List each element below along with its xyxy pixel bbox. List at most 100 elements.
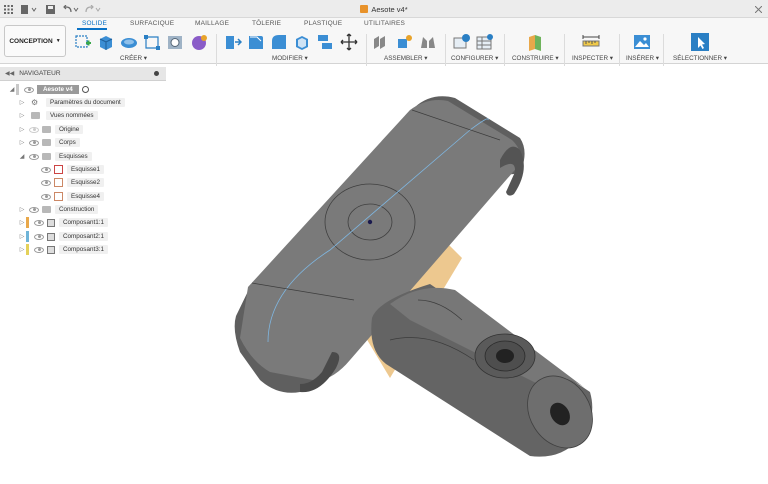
tab-solide[interactable]: SOLIDE xyxy=(82,20,107,27)
tree-item-construction[interactable]: ▷ Construction xyxy=(18,204,99,215)
tree-root[interactable]: ◢ Aesote v4 xyxy=(8,84,89,95)
group-modifier[interactable]: MODIFIER ▾ xyxy=(272,55,308,62)
measure-icon[interactable] xyxy=(582,33,600,51)
tree-item-label: Esquisses xyxy=(55,152,92,161)
visibility-eye-icon[interactable] xyxy=(24,86,34,93)
tab-maillage[interactable]: MAILLAGE xyxy=(195,20,229,27)
tree-item-composant3[interactable]: ▷ Composant3:1 xyxy=(18,244,108,255)
close-tab-icon[interactable] xyxy=(752,3,764,15)
visibility-eye-icon[interactable] xyxy=(34,219,44,226)
create-sketch-icon[interactable] xyxy=(74,33,92,51)
tab-tolerie[interactable]: TÔLERIE xyxy=(252,20,281,27)
visibility-eye-icon[interactable] xyxy=(41,179,51,186)
tab-surfacique[interactable]: SURFACIQUE xyxy=(130,20,174,27)
tab-plastique[interactable]: PLASTIQUE xyxy=(304,20,342,27)
expand-triangle-icon[interactable]: ▷ xyxy=(18,139,26,146)
activate-radio-icon[interactable] xyxy=(81,86,89,93)
root-label: Aesote v4 xyxy=(37,85,79,94)
as-built-joint-icon[interactable] xyxy=(419,33,437,51)
tree-item-esquisse4[interactable]: Esquisse4 xyxy=(38,191,105,202)
expand-triangle-icon[interactable]: ◢ xyxy=(8,86,16,93)
group-divider xyxy=(564,34,565,66)
construction-plane xyxy=(354,236,462,378)
tree-item-esquisse2[interactable]: Esquisse2 xyxy=(38,177,105,188)
tree-item-label: Esquisse4 xyxy=(67,192,105,201)
group-configurer[interactable]: CONFIGURER ▾ xyxy=(451,55,498,62)
visibility-eye-icon[interactable] xyxy=(41,193,51,200)
hole-icon[interactable] xyxy=(166,33,184,51)
form-icon[interactable] xyxy=(190,33,208,51)
visibility-eye-icon[interactable] xyxy=(29,153,39,160)
press-pull-icon[interactable] xyxy=(224,33,243,51)
expand-triangle-icon[interactable]: ▷ xyxy=(18,126,26,133)
tab-utilitaires[interactable]: UTILITAIRES xyxy=(364,20,405,27)
navigator-pin-icon[interactable] xyxy=(154,71,159,76)
group-divider xyxy=(504,34,505,66)
document-cube-icon xyxy=(360,5,369,13)
expand-triangle-icon[interactable]: ▷ xyxy=(18,112,26,119)
select-icon[interactable] xyxy=(691,33,709,51)
chevron-down-icon: ▼ xyxy=(55,38,61,44)
expand-triangle-icon[interactable]: ▷ xyxy=(18,206,26,213)
visibility-eye-icon[interactable] xyxy=(41,166,51,173)
tree-item-esquisse1[interactable]: Esquisse1 xyxy=(38,164,105,175)
fillet-icon[interactable] xyxy=(247,33,265,51)
revolve-icon[interactable] xyxy=(120,33,138,51)
new-component-icon[interactable] xyxy=(372,33,390,51)
active-tab-indicator xyxy=(77,28,107,30)
visibility-eye-icon[interactable] xyxy=(29,126,39,133)
component-color-marker xyxy=(26,231,29,242)
expand-triangle-icon[interactable]: ▷ xyxy=(18,233,26,240)
group-inserer[interactable]: INSÉRER ▾ xyxy=(626,55,659,62)
configure-rules-icon[interactable] xyxy=(476,33,494,51)
counterbore-hole xyxy=(496,349,514,363)
workspace-switcher[interactable]: CONCEPTION ▼ xyxy=(4,25,66,57)
joint-icon[interactable] xyxy=(396,33,414,51)
tree-item-composant1[interactable]: ▷ Composant1:1 xyxy=(18,217,108,228)
chamfer-icon[interactable] xyxy=(270,33,288,51)
group-divider xyxy=(619,34,620,66)
cylinder-end-face xyxy=(527,375,593,449)
group-assembler[interactable]: ASSEMBLER ▾ xyxy=(384,55,427,62)
group-divider xyxy=(663,34,664,66)
bracket-boss-inner xyxy=(347,203,393,241)
tree-item-origine[interactable]: ▷ Origine xyxy=(18,124,84,135)
tree-item-esquisses[interactable]: ◢ Esquisses xyxy=(18,151,92,162)
insert-image-icon[interactable] xyxy=(633,33,651,51)
tree-item-corps[interactable]: ▷ Corps xyxy=(18,137,80,148)
root-marker xyxy=(16,84,19,95)
expand-triangle-icon[interactable]: ▷ xyxy=(18,246,26,253)
group-creer[interactable]: CRÉER ▾ xyxy=(120,55,147,62)
tree-item-composant2[interactable]: ▷ Composant2:1 xyxy=(18,231,108,242)
tree-item-vues-nommees[interactable]: ▷ Vues nommées xyxy=(18,110,98,121)
offset-plane-icon[interactable] xyxy=(526,33,544,51)
document-title: Aesote v4* xyxy=(0,5,768,14)
group-inspecter[interactable]: INSPECTER ▾ xyxy=(572,55,613,62)
visibility-eye-icon[interactable] xyxy=(34,246,44,253)
configure-table-icon[interactable] xyxy=(453,33,471,51)
shell-icon[interactable] xyxy=(293,33,311,51)
extrude-icon[interactable] xyxy=(97,33,115,51)
cylinder-top-band xyxy=(390,287,585,388)
visibility-eye-icon[interactable] xyxy=(29,139,39,146)
sweep-icon[interactable] xyxy=(143,33,161,51)
visibility-eye-icon[interactable] xyxy=(29,206,39,213)
collapse-triangle-icon[interactable]: ◢ xyxy=(18,153,26,160)
bracket-end-loop-right xyxy=(500,146,524,196)
bracket-edge xyxy=(411,109,501,141)
move-copy-icon[interactable] xyxy=(340,33,358,51)
tree-item-parametres[interactable]: ▷ ⚙ Paramètres du document xyxy=(18,97,125,108)
collapse-navigator-icon[interactable]: ◀◀ xyxy=(5,70,14,77)
bracket-end-loop-left xyxy=(300,352,340,393)
visibility-eye-icon[interactable] xyxy=(34,233,44,240)
group-selectionner[interactable]: SÉLECTIONNER ▾ xyxy=(673,55,727,62)
expand-triangle-icon[interactable]: ▷ xyxy=(18,99,26,106)
group-construire[interactable]: CONSTRUIRE ▾ xyxy=(512,55,559,62)
tree-item-label: Construction xyxy=(55,205,99,214)
group-divider xyxy=(216,34,217,66)
workspace-label: CONCEPTION xyxy=(9,37,53,45)
expand-triangle-icon[interactable]: ▷ xyxy=(18,219,26,226)
tree-item-label: Esquisse2 xyxy=(67,178,105,187)
combine-icon[interactable] xyxy=(316,33,334,51)
tree-item-label: Origine xyxy=(55,125,84,134)
